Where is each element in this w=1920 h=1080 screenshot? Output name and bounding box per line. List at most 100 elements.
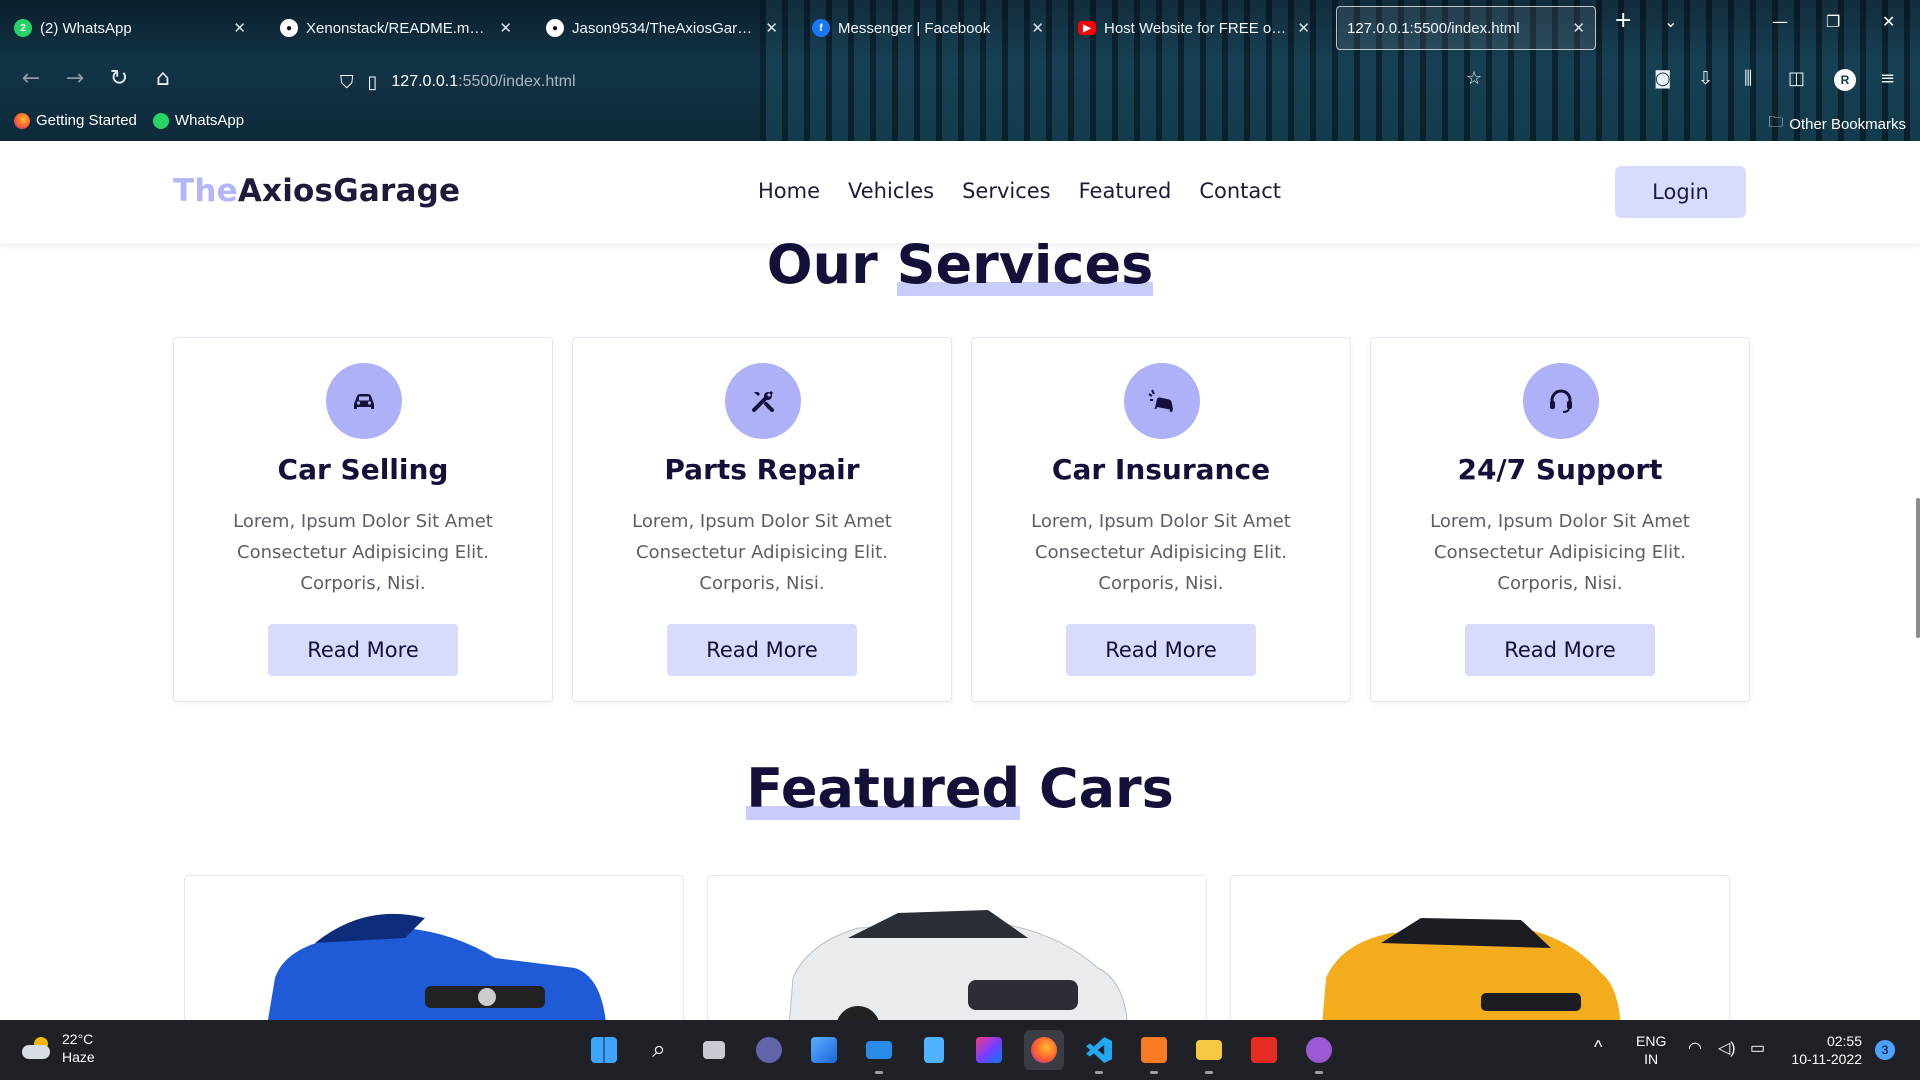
featured-heading: Featured Cars — [0, 757, 1920, 820]
back-icon[interactable]: ← — [16, 66, 46, 91]
tab-github-xenonstack[interactable]: ● Xenonstack/README.md at g ✕ — [270, 6, 522, 50]
date: 10-11-2022 — [1791, 1051, 1862, 1067]
teams-icon[interactable] — [749, 1030, 789, 1070]
browser-chrome: 2 (2) WhatsApp ✕ ● Xenonstack/README.md … — [0, 0, 1920, 141]
forward-icon[interactable]: → — [60, 66, 90, 91]
tab-active-localhost[interactable]: 127.0.0.1:5500/index.html ✕ — [1336, 6, 1596, 50]
other-bookmarks[interactable]: 🗀 Other Bookmarks — [1768, 112, 1906, 137]
search-icon[interactable]: ⌕ — [639, 1030, 679, 1070]
tab-title: Jason9534/TheAxiosGarage.g — [572, 19, 758, 37]
xampp-icon[interactable] — [1134, 1030, 1174, 1074]
page-scrollbar[interactable] — [1916, 498, 1920, 638]
taskbar-apps: ⌕ — [584, 1030, 1339, 1074]
acrobat-icon[interactable] — [1244, 1030, 1284, 1070]
tab-whatsapp[interactable]: 2 (2) WhatsApp ✕ — [4, 6, 256, 50]
photos-icon[interactable] — [804, 1030, 844, 1070]
read-more-button[interactable]: Read More — [1066, 624, 1256, 676]
language: ENG — [1636, 1033, 1667, 1049]
service-card-car-insurance: Car Insurance Lorem, Ipsum Dolor Sit Ame… — [971, 337, 1351, 702]
tab-youtube[interactable]: ▶ Host Website for FREE on Git ✕ — [1068, 6, 1320, 50]
featured-car-card[interactable] — [184, 875, 684, 1020]
clock[interactable]: 02:55 10-11-2022 — [1786, 1032, 1862, 1068]
read-more-button[interactable]: Read More — [268, 624, 458, 676]
page-icon: ▯ — [367, 71, 378, 93]
firefox-icon[interactable] — [1024, 1030, 1064, 1070]
url-host: 127.0.0.1 — [391, 73, 459, 90]
service-description: Lorem, Ipsum Dolor Sit Amet Consectetur … — [632, 511, 892, 594]
home-icon[interactable]: ⌂ — [148, 66, 178, 91]
bookmark-label: Getting Started — [36, 112, 137, 129]
windows-start-icon[interactable] — [584, 1030, 624, 1070]
account-avatar[interactable]: R — [1834, 69, 1856, 91]
menu-icon[interactable]: ≡ — [1880, 68, 1895, 89]
close-icon[interactable]: ✕ — [1572, 19, 1585, 37]
sidebar-icon[interactable]: ◫ — [1788, 68, 1805, 89]
bookmark-star-icon[interactable]: ☆ — [1466, 68, 1482, 89]
restore-icon[interactable]: ❐ — [1826, 12, 1840, 31]
reload-icon[interactable]: ↻ — [104, 66, 134, 91]
nav-contact[interactable]: Contact — [1199, 179, 1281, 203]
url-text[interactable]: 127.0.0.1:5500/index.html — [391, 73, 575, 91]
language-indicator[interactable]: ENG IN — [1636, 1032, 1666, 1068]
close-icon[interactable]: ✕ — [1297, 19, 1310, 37]
window-close-icon[interactable]: ✕ — [1882, 12, 1895, 31]
service-description: Lorem, Ipsum Dolor Sit Amet Consectetur … — [1430, 511, 1690, 594]
tab-title: Xenonstack/README.md at g — [306, 19, 492, 37]
weather-cloud-sun-icon — [22, 1037, 52, 1059]
notification-badge[interactable]: 3 — [1875, 1040, 1895, 1060]
notepad-icon[interactable] — [914, 1030, 954, 1070]
battery-icon[interactable]: ▭ — [1750, 1040, 1765, 1058]
yellow-hatchback-image — [1322, 918, 1621, 1020]
new-tab-icon[interactable]: + — [1614, 8, 1632, 33]
close-icon[interactable]: ✕ — [233, 19, 246, 37]
temperature: 22°C — [62, 1031, 94, 1047]
featured-car-card[interactable] — [707, 875, 1207, 1020]
firefox-icon — [14, 112, 30, 129]
library-icon[interactable]: ⫼ — [1744, 68, 1752, 89]
close-icon[interactable]: ✕ — [499, 19, 512, 37]
login-button[interactable]: Login — [1615, 166, 1746, 218]
mail-icon[interactable] — [859, 1030, 899, 1074]
intellij-icon[interactable] — [969, 1030, 1009, 1070]
github-icon: ● — [546, 19, 564, 37]
shield-icon[interactable]: ⛉ — [340, 72, 354, 93]
service-title: 24/7 Support — [1457, 453, 1663, 486]
tab-messenger[interactable]: f Messenger | Facebook ✕ — [802, 6, 1054, 50]
close-icon[interactable]: ✕ — [765, 19, 778, 37]
bookmark-whatsapp[interactable]: WhatsApp — [152, 112, 244, 129]
service-title: Car Selling — [277, 453, 449, 486]
bookmark-getting-started[interactable]: Getting Started — [14, 112, 137, 129]
nav-services[interactable]: Services — [962, 179, 1051, 203]
service-card-support: 24/7 Support Lorem, Ipsum Dolor Sit Amet… — [1370, 337, 1750, 702]
site-logo[interactable]: TheAxiosGarage — [173, 173, 460, 209]
file-explorer-icon[interactable] — [1189, 1030, 1229, 1074]
weather-widget[interactable]: 22°C Haze — [22, 1030, 95, 1066]
featured-car-card[interactable] — [1230, 875, 1730, 1020]
tab-github-axiosgarage[interactable]: ● Jason9534/TheAxiosGarage.g ✕ — [536, 6, 788, 50]
read-more-button[interactable]: Read More — [667, 624, 857, 676]
featured-heading-part1: Featured — [746, 757, 1021, 820]
pocket-icon[interactable]: ◙ — [1654, 68, 1671, 89]
task-view-icon[interactable] — [694, 1030, 734, 1070]
show-hidden-icons[interactable]: ^ — [1594, 1038, 1602, 1056]
nav-featured[interactable]: Featured — [1079, 179, 1172, 203]
downloads-icon[interactable]: ⇩ — [1698, 68, 1713, 89]
service-title: Car Insurance — [1051, 453, 1271, 486]
nav-home[interactable]: Home — [758, 179, 820, 203]
list-tabs-icon[interactable]: ⌄ — [1664, 12, 1677, 31]
read-more-button[interactable]: Read More — [1465, 624, 1655, 676]
github-desktop-icon[interactable] — [1299, 1030, 1339, 1074]
minimize-icon[interactable]: — — [1772, 12, 1788, 31]
main-nav: Home Vehicles Services Featured Contact — [758, 179, 1281, 203]
close-icon[interactable]: ✕ — [1031, 19, 1044, 37]
vscode-icon[interactable] — [1079, 1030, 1119, 1074]
whatsapp-icon — [152, 112, 169, 129]
white-suv-image — [788, 910, 1128, 1020]
volume-icon[interactable]: ◁) — [1718, 1040, 1736, 1058]
tab-title: Messenger | Facebook — [838, 19, 991, 37]
wifi-icon[interactable]: ◠ — [1688, 1040, 1702, 1058]
address-bar[interactable]: ⛉ ▯ 127.0.0.1:5500/index.html — [340, 64, 576, 100]
featured-cars-grid — [184, 875, 1730, 1020]
nav-vehicles[interactable]: Vehicles — [848, 179, 934, 203]
featured-heading-part2: Cars — [1038, 757, 1174, 820]
